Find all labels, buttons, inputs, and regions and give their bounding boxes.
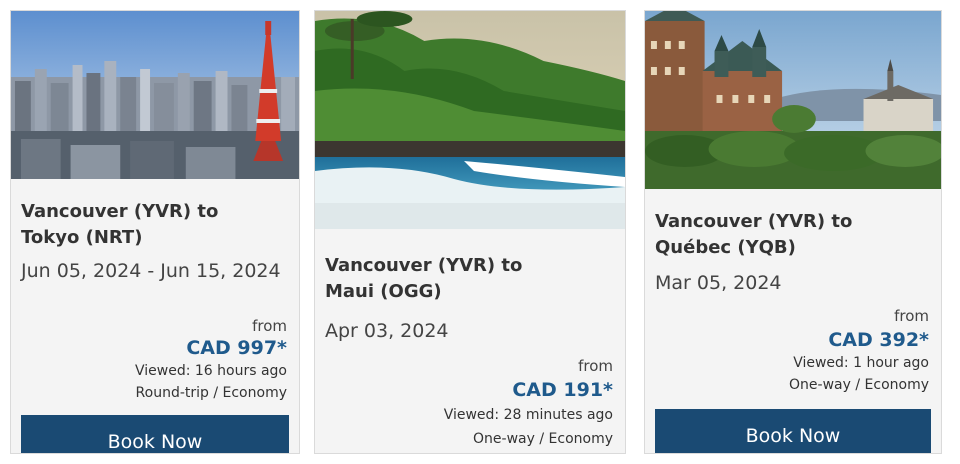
viewed-time: Viewed: 1 hour ago <box>793 355 929 371</box>
tokyo-skyline-image[interactable] <box>11 11 299 179</box>
route-title: Vancouver (YVR) to Tokyo (NRT) <box>21 199 291 251</box>
viewed-time: Viewed: 28 minutes ago <box>443 407 613 423</box>
maui-coast-image[interactable] <box>315 11 625 229</box>
route-title: Vancouver (YVR) to Québec (YQB) <box>655 209 933 261</box>
travel-dates: Jun 05, 2024 - Jun 15, 2024 <box>21 260 281 282</box>
trip-type: One-way / Economy <box>789 377 929 393</box>
route-destination: Québec (YQB) <box>655 237 796 258</box>
route-origin: Vancouver (YVR) to <box>21 201 219 222</box>
price: CAD 997* <box>186 337 287 359</box>
from-label: from <box>894 307 929 325</box>
from-label: from <box>578 357 613 375</box>
route-destination: Tokyo (NRT) <box>21 227 143 248</box>
route-destination: Maui (OGG) <box>325 281 442 302</box>
book-now-button[interactable]: Book Now <box>21 415 289 453</box>
flight-deal-card-tokyo[interactable]: Vancouver (YVR) to Tokyo (NRT) Jun 05, 2… <box>10 10 300 454</box>
viewed-time: Viewed: 16 hours ago <box>135 363 287 379</box>
from-label: from <box>252 317 287 335</box>
book-now-button[interactable]: Book Now <box>655 409 931 453</box>
route-origin: Vancouver (YVR) to <box>655 211 853 232</box>
quebec-chateau-image[interactable] <box>645 11 941 189</box>
route-origin: Vancouver (YVR) to <box>325 255 523 276</box>
travel-dates: Mar 05, 2024 <box>655 272 782 294</box>
trip-type: Round-trip / Economy <box>135 385 287 401</box>
price: CAD 392* <box>828 329 929 351</box>
route-title: Vancouver (YVR) to Maui (OGG) <box>325 253 617 305</box>
travel-dates: Apr 03, 2024 <box>325 320 449 342</box>
flight-deal-card-maui[interactable]: Vancouver (YVR) to Maui (OGG) Apr 03, 20… <box>314 10 626 454</box>
trip-type: One-way / Economy <box>473 431 613 447</box>
price: CAD 191* <box>512 379 613 401</box>
flight-deal-card-quebec[interactable]: Vancouver (YVR) to Québec (YQB) Mar 05, … <box>644 10 942 454</box>
